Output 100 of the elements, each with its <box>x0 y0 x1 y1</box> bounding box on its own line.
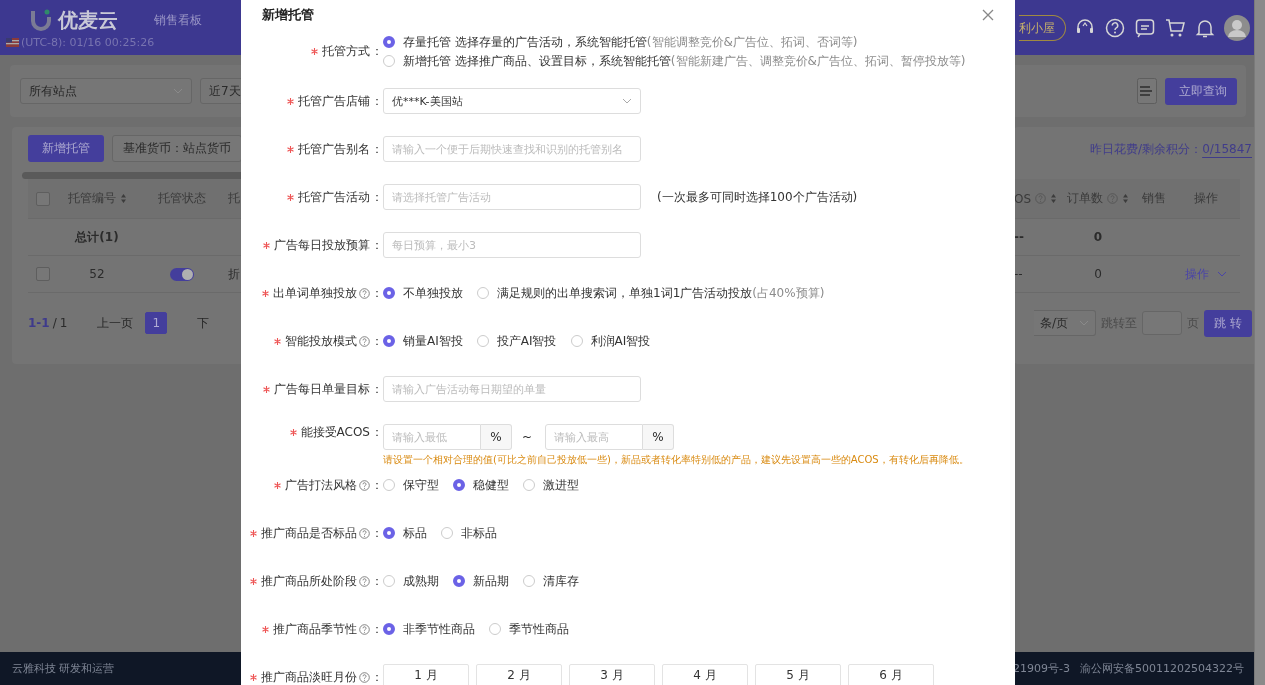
field-label: 广告每日单量目标 <box>274 380 370 398</box>
scrollbar[interactable] <box>22 172 241 179</box>
field-label: 托管广告店铺 <box>298 92 370 110</box>
radio-button[interactable] <box>523 479 535 491</box>
option-note: (占40%预算) <box>752 284 825 302</box>
radio-button[interactable] <box>383 527 395 539</box>
colon: ： <box>371 524 383 542</box>
colon: ： <box>371 92 383 110</box>
radio-button[interactable] <box>476 335 489 347</box>
text-field[interactable]: 请输入广告活动每日期望的单量 <box>383 376 641 402</box>
month-button[interactable]: 6 月 <box>848 664 934 685</box>
footer-text: 渝公网安备50011202504322号 <box>1080 661 1244 676</box>
warning-text: 请设置一个相对合理的值(可比之前自己投放低一些)，新品或者转化率特别低的产品，建议先设置高一些的ACOS，有转化后再降低。 <box>383 453 969 467</box>
list-view-icon <box>1137 78 1157 104</box>
radio-button[interactable] <box>523 575 535 587</box>
colon: ： <box>371 476 383 494</box>
radio-button[interactable] <box>383 623 395 635</box>
radio-button[interactable] <box>383 575 395 587</box>
option-label[interactable]: 季节性商品 <box>509 620 569 638</box>
hint-text: (一次最多可同时选择100个广告活动) <box>657 188 858 206</box>
toggle-switch[interactable] <box>170 267 194 281</box>
message-icon <box>1134 16 1156 39</box>
option-label[interactable]: 满足规则的出单搜索词，单独1词1广告活动投放 <box>497 284 753 302</box>
colon: ： <box>371 188 383 206</box>
range-separator: ~ <box>522 430 533 444</box>
radio-button[interactable] <box>489 623 501 635</box>
unit-addon: % <box>643 424 675 450</box>
option-label[interactable]: 存量托管 选择存量的广告活动，系统智能托管 <box>403 33 647 51</box>
colon: ： <box>371 236 383 254</box>
month-button[interactable]: 5 月 <box>755 664 841 685</box>
table-cell: -- <box>1015 230 1024 244</box>
colon: ： <box>371 424 383 441</box>
page-total: 1 <box>59 316 68 330</box>
radio-button[interactable] <box>383 335 395 347</box>
month-button[interactable]: 1 月 <box>383 664 469 685</box>
text-field[interactable]: 请选择托管广告活动 <box>383 184 641 210</box>
nav-item[interactable]: 销售看板 <box>154 11 202 29</box>
field-label: 智能投放模式 <box>285 332 357 350</box>
radio-button[interactable] <box>453 575 465 587</box>
option-label[interactable]: 利润AI智投 <box>590 332 651 350</box>
field-label: 推广商品是否标品 <box>261 524 357 542</box>
chevron-down-icon <box>1217 271 1227 277</box>
option-label[interactable]: 激进型 <box>543 476 579 494</box>
field-label: 推广商品淡旺月份 <box>261 668 357 685</box>
option-label[interactable]: 标品 <box>403 524 427 542</box>
page-range: 1-1 <box>28 316 50 330</box>
text-field[interactable]: 请输入最高 <box>545 424 644 450</box>
option-label[interactable]: 稳健型 <box>473 476 509 494</box>
option-label[interactable]: 新增托管 选择推广商品、设置目标，系统智能托管 <box>403 52 671 70</box>
radio-button[interactable] <box>453 479 465 491</box>
text-field[interactable]: 请输入最低 <box>383 424 481 450</box>
month-button[interactable]: 2 月 <box>476 664 562 685</box>
radio-button[interactable] <box>383 287 395 299</box>
add-button[interactable]: 新增托管 <box>28 135 104 162</box>
option-label[interactable]: 非季节性商品 <box>403 620 475 638</box>
colon: ： <box>371 332 383 350</box>
radio-button[interactable] <box>477 287 489 299</box>
radio-button[interactable] <box>383 36 395 48</box>
checkbox[interactable] <box>36 267 50 281</box>
colon: ： <box>371 668 383 685</box>
radio-button[interactable] <box>383 479 395 491</box>
close-button[interactable] <box>982 9 994 21</box>
query-button[interactable]: 立即查询 <box>1165 77 1237 105</box>
option-label[interactable]: 非标品 <box>461 524 497 542</box>
table-cell: 52 <box>89 267 105 281</box>
field-label: 托管广告别名 <box>298 140 370 158</box>
page-button[interactable]: 1 <box>145 312 168 334</box>
option-label[interactable]: 成熟期 <box>403 572 439 590</box>
radio-button[interactable] <box>570 335 583 347</box>
colon: ： <box>371 620 383 638</box>
option-label[interactable]: 不单独投放 <box>403 284 463 302</box>
table-cell: 0 <box>1094 267 1102 281</box>
field-label: 广告打法风格 <box>285 476 357 494</box>
option-label[interactable]: 清库存 <box>543 572 579 590</box>
avatar-icon <box>1224 14 1250 41</box>
text-field[interactable]: 每日预算，最小3 <box>383 232 641 258</box>
store-select[interactable]: 优***K-美国站 <box>383 88 641 114</box>
option-label[interactable]: 销量AI智投 <box>403 332 463 350</box>
field-label: 广告每日投放预算 <box>274 236 370 254</box>
field-label: 推广商品季节性 <box>273 620 357 638</box>
chevron-down-icon <box>622 98 632 104</box>
field-label: 推广商品所处阶段 <box>261 572 357 590</box>
field-label: 出单词单独投放 <box>273 284 357 302</box>
radio-button[interactable] <box>441 527 453 539</box>
field-label: 托管方式 <box>322 43 370 60</box>
scrollbar[interactable] <box>1254 0 1265 685</box>
month-button[interactable]: 4 月 <box>662 664 748 685</box>
jump-button[interactable]: 跳 转 <box>1204 309 1252 337</box>
option-label[interactable]: 新品期 <box>473 572 509 590</box>
logo-text: 优麦云 <box>58 6 118 34</box>
option-note: (智能调整竞价&广告位、拓词、否词等) <box>646 33 858 51</box>
cart-icon <box>1164 16 1186 39</box>
month-button[interactable]: 3 月 <box>569 664 655 685</box>
table-cell: 0 <box>1093 230 1103 244</box>
colon: ： <box>371 284 383 302</box>
radio-button[interactable] <box>383 55 395 67</box>
option-label[interactable]: 保守型 <box>403 476 439 494</box>
option-note: (智能新建广告、调整竞价&广告位、拓词、暂停投放等) <box>670 52 966 70</box>
option-label[interactable]: 投产AI智投 <box>496 332 557 350</box>
checkbox[interactable] <box>36 191 50 206</box>
